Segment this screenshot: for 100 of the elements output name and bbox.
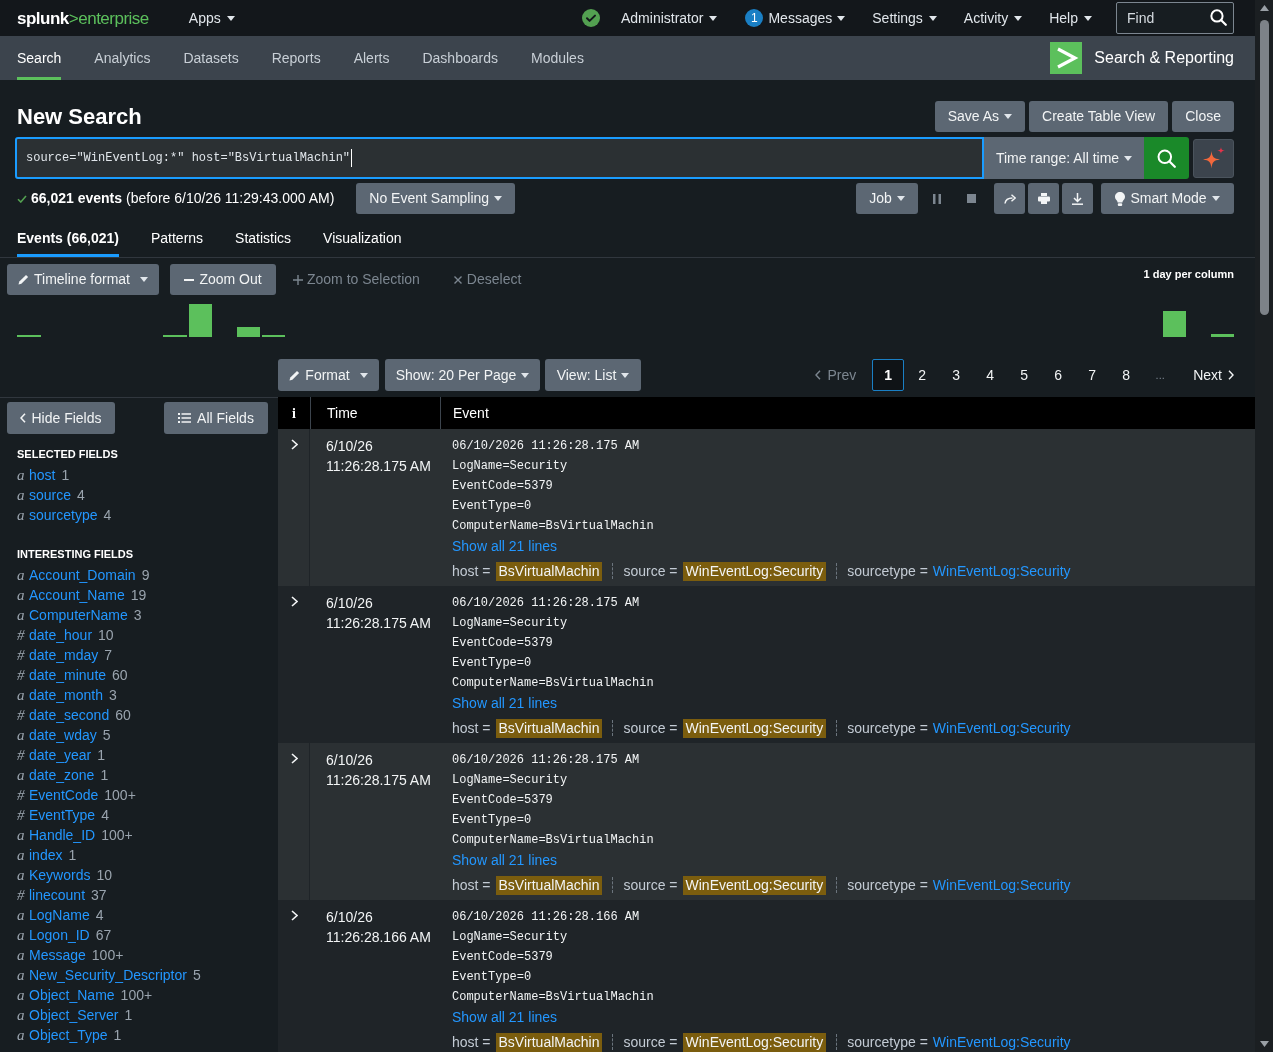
page-link[interactable]: 8 [1110, 359, 1143, 391]
page-link[interactable]: 2 [906, 359, 939, 391]
page-link[interactable]: 4 [974, 359, 1007, 391]
scroll-down-arrow-icon[interactable] [1259, 1041, 1269, 1047]
search-mode-dropdown[interactable]: Smart Mode [1101, 183, 1234, 214]
timeline-format-dropdown[interactable]: Timeline format [7, 264, 159, 295]
field-name-link[interactable]: sourcetype [29, 504, 98, 526]
all-fields-button[interactable]: All Fields [164, 402, 268, 434]
page-link[interactable]: 6 [1042, 359, 1075, 391]
field-name-link[interactable]: Object_Type [29, 1024, 108, 1046]
field-name-link[interactable]: Keywords [29, 864, 91, 886]
results-tab[interactable]: Statistics [235, 220, 292, 257]
search-query-field[interactable]: source="WinEventLog:*" host="BsVirtualMachin" [15, 137, 984, 179]
field-name-link[interactable]: date_minute [29, 664, 107, 686]
field-name-link[interactable]: linecount [29, 884, 86, 906]
app-nav-tab[interactable]: Alerts [353, 36, 390, 80]
app-nav-tab[interactable]: Dashboards [422, 36, 498, 80]
field-name-link[interactable]: Account_Domain [29, 564, 136, 586]
field-name-link[interactable]: date_hour [29, 624, 93, 646]
scroll-up-arrow-icon[interactable] [1259, 5, 1269, 11]
view-dropdown[interactable]: View: List [545, 359, 641, 391]
field-name-link[interactable]: Handle_ID [29, 824, 96, 846]
scrollbar-thumb[interactable] [1259, 20, 1269, 315]
field-name-link[interactable]: ComputerName [29, 604, 128, 626]
field-name-link[interactable]: EventType [29, 804, 96, 826]
field-value-link[interactable]: BsVirtualMachin [495, 1032, 603, 1052]
expand-chevron-icon[interactable] [291, 596, 298, 607]
app-nav-tab[interactable]: Datasets [183, 36, 239, 80]
field-value-link[interactable]: BsVirtualMachin [495, 561, 603, 581]
messages-menu[interactable]: 1 Messages [745, 7, 846, 29]
app-nav-tab[interactable]: Search [17, 36, 62, 80]
page-link[interactable]: 7 [1076, 359, 1109, 391]
app-nav-tab[interactable]: Modules [530, 36, 584, 80]
per-page-dropdown[interactable]: Show: 20 Per Page [385, 359, 540, 391]
search-action-button[interactable]: Save As [934, 101, 1026, 132]
field-value-link[interactable]: BsVirtualMachin [495, 718, 603, 738]
header-menu[interactable]: Activity [963, 7, 1023, 29]
app-nav-tab[interactable]: Reports [271, 36, 321, 80]
export-button[interactable] [1062, 183, 1093, 214]
show-all-lines-link[interactable]: Show all 21 lines [452, 1007, 558, 1027]
pause-icon[interactable] [933, 193, 941, 204]
field-name-link[interactable]: Message [29, 944, 86, 966]
results-tab[interactable]: Patterns [150, 220, 204, 257]
app-nav-tab[interactable]: Analytics [94, 36, 151, 80]
header-menu[interactable]: Settings [872, 7, 937, 29]
expand-chevron-icon[interactable] [291, 910, 298, 921]
field-value-link[interactable]: WinEventLog:Security [932, 1031, 1071, 1052]
zoom-out-button[interactable]: Zoom Out [170, 264, 276, 295]
field-value-link[interactable]: WinEventLog:Security [932, 874, 1071, 896]
results-tab[interactable]: Visualization [323, 220, 402, 257]
field-name-link[interactable]: date_second [29, 704, 110, 726]
field-value-link[interactable]: WinEventLog:Security [932, 560, 1071, 582]
page-link[interactable]: 3 [940, 359, 973, 391]
expand-chevron-icon[interactable] [291, 753, 298, 764]
header-menu[interactable]: Help [1049, 7, 1092, 29]
field-name-link[interactable]: Logon_ID [29, 924, 90, 946]
field-name-link[interactable]: host [29, 464, 56, 486]
field-name-link[interactable]: date_year [29, 744, 92, 766]
hide-fields-button[interactable]: Hide Fields [7, 402, 115, 434]
apps-menu[interactable]: Apps [188, 7, 235, 29]
search-action-button[interactable]: Close [1172, 101, 1234, 132]
find-field[interactable]: Find [1116, 2, 1234, 34]
field-name-link[interactable]: date_zone [29, 764, 95, 786]
field-value-link[interactable]: WinEventLog:Security [682, 718, 827, 738]
format-dropdown[interactable]: Format [278, 359, 379, 391]
user-menu[interactable]: Administrator [621, 7, 718, 29]
page-link[interactable]: 1 [872, 359, 905, 391]
field-value-link[interactable]: WinEventLog:Security [682, 875, 827, 895]
assistant-button[interactable] [1193, 138, 1234, 178]
job-menu[interactable]: Job [856, 183, 918, 214]
show-all-lines-link[interactable]: Show all 21 lines [452, 693, 558, 713]
field-name-link[interactable]: Account_Name [29, 584, 125, 606]
field-name-link[interactable]: source [29, 484, 72, 506]
field-value-link[interactable]: WinEventLog:Security [682, 1032, 827, 1052]
time-range-picker[interactable]: Time range: All time [984, 137, 1144, 179]
page-link[interactable]: 5 [1008, 359, 1041, 391]
field-name-link[interactable]: New_Security_Descriptor [29, 964, 187, 986]
field-name-link[interactable]: date_month [29, 684, 103, 706]
scrollbar-track[interactable] [1255, 0, 1273, 1052]
product-logo[interactable]: splunk>enterprise [17, 9, 149, 27]
print-button[interactable] [1028, 183, 1059, 214]
show-all-lines-link[interactable]: Show all 21 lines [452, 536, 558, 556]
field-value-link[interactable]: WinEventLog:Security [932, 717, 1071, 739]
next-page-link[interactable]: Next [1193, 364, 1234, 386]
search-button[interactable] [1144, 137, 1189, 179]
field-name-link[interactable]: date_mday [29, 644, 99, 666]
field-name-link[interactable]: date_wday [29, 724, 97, 746]
event-sampling-dropdown[interactable]: No Event Sampling [356, 183, 516, 214]
field-value-link[interactable]: WinEventLog:Security [682, 561, 827, 581]
field-name-link[interactable]: LogName [29, 904, 90, 926]
field-name-link[interactable]: Object_Name [29, 984, 115, 1006]
field-name-link[interactable]: index [29, 844, 63, 866]
field-name-link[interactable]: Object_Server [29, 1004, 119, 1026]
search-action-button[interactable]: Create Table View [1029, 101, 1169, 132]
field-name-link[interactable]: EventCode [29, 784, 99, 806]
results-tab[interactable]: Events (66,021) [17, 220, 119, 257]
share-button[interactable] [994, 183, 1025, 214]
field-value-link[interactable]: BsVirtualMachin [495, 875, 603, 895]
show-all-lines-link[interactable]: Show all 21 lines [452, 850, 558, 870]
expand-chevron-icon[interactable] [291, 439, 298, 450]
